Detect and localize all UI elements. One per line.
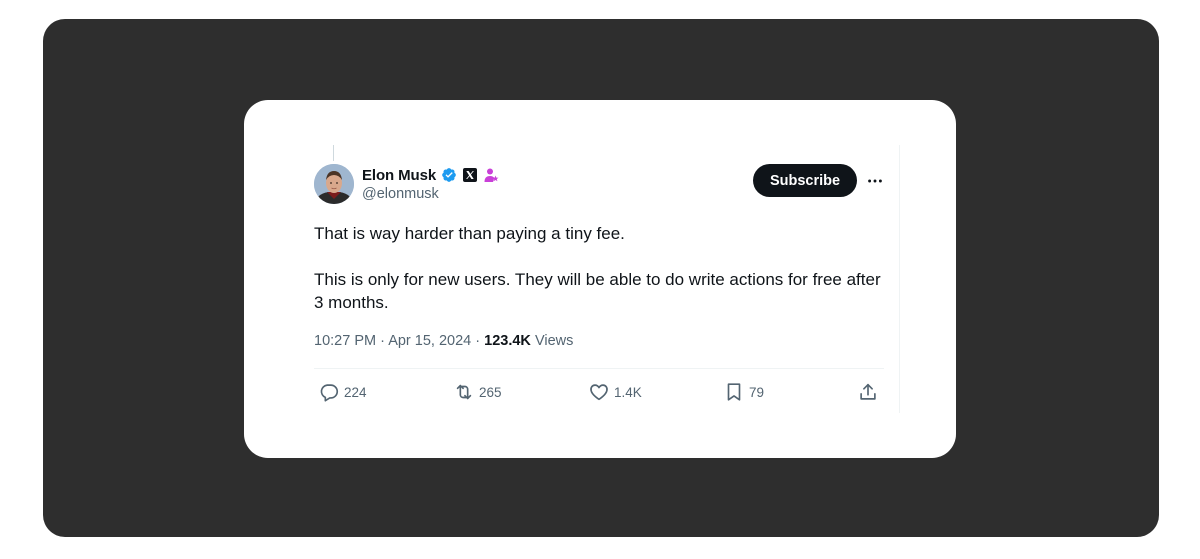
author-handle[interactable]: @elonmusk bbox=[362, 186, 439, 202]
like-button[interactable]: 1.4K bbox=[588, 380, 642, 404]
bookmark-count: 79 bbox=[749, 384, 765, 400]
thread-line bbox=[333, 145, 334, 161]
meta-separator: · bbox=[380, 333, 385, 349]
meta-separator: · bbox=[475, 333, 481, 349]
reply-count: 224 bbox=[344, 384, 367, 400]
like-count: 1.4K bbox=[614, 384, 642, 400]
share-icon bbox=[857, 381, 879, 403]
x-logo-icon[interactable] bbox=[462, 167, 478, 183]
bookmark-button[interactable]: 79 bbox=[723, 380, 764, 404]
tweet-paragraph: That is way harder than paying a tiny fe… bbox=[314, 224, 625, 243]
more-icon[interactable] bbox=[864, 170, 886, 192]
verified-badge-icon bbox=[441, 167, 457, 183]
meta-divider bbox=[314, 368, 884, 369]
author-name-row: Elon Musk bbox=[362, 165, 499, 185]
views-count: 123.4K bbox=[484, 333, 531, 349]
reply-button[interactable]: 224 bbox=[318, 380, 367, 404]
subscriber-badge-icon bbox=[483, 167, 499, 183]
repost-icon bbox=[453, 381, 475, 403]
bookmark-icon bbox=[723, 381, 745, 403]
author-name[interactable]: Elon Musk bbox=[362, 167, 436, 184]
tweet-paragraph: This is only for new users. They will be… bbox=[314, 270, 881, 312]
repost-button[interactable]: 265 bbox=[453, 380, 502, 404]
share-button[interactable] bbox=[857, 380, 879, 404]
card-divider bbox=[899, 145, 900, 413]
avatar-image bbox=[314, 164, 354, 204]
reply-icon bbox=[318, 381, 340, 403]
avatar[interactable] bbox=[314, 164, 354, 204]
tweet-time[interactable]: 10:27 PM bbox=[314, 333, 376, 349]
tweet-meta: 10:27 PM · Apr 15, 2024 · 123.4K Views bbox=[314, 333, 573, 349]
tweet-text: That is way harder than paying a tiny fe… bbox=[314, 222, 884, 314]
repost-count: 265 bbox=[479, 384, 502, 400]
subscribe-button[interactable]: Subscribe bbox=[753, 164, 857, 197]
tweet-date[interactable]: Apr 15, 2024 bbox=[388, 333, 471, 349]
tweet-card: Elon Musk @elonmusk Subscribe That is wa… bbox=[244, 100, 956, 458]
heart-icon bbox=[588, 381, 610, 403]
views-label: Views bbox=[534, 333, 574, 349]
